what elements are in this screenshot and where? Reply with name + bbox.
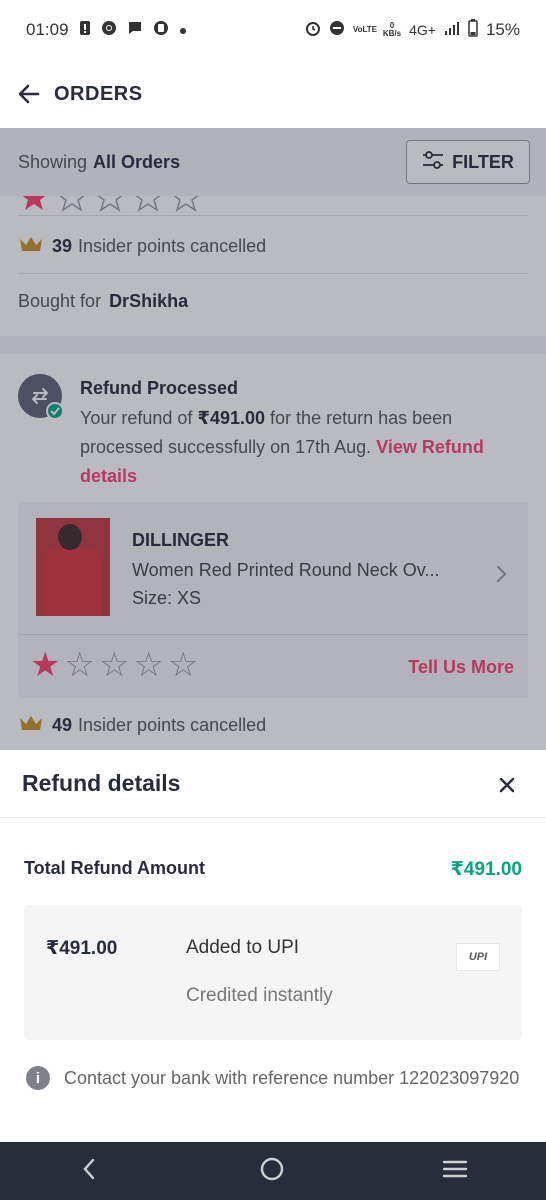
- status-bar: 01:09 VoLTE 0 KB/s 4G+ 15%: [0, 0, 546, 60]
- page-title: ORDERS: [54, 82, 143, 105]
- modal-backdrop[interactable]: [0, 128, 546, 750]
- total-refund-row: Total Refund Amount ₹491.00: [24, 858, 522, 881]
- refund-entry: ₹491.00 Added to UPI Credited instantly …: [24, 905, 522, 1040]
- refund-entry-amount: ₹491.00: [46, 938, 118, 959]
- network-type: 4G+: [409, 22, 436, 38]
- sheet-header: Refund details: [0, 750, 546, 818]
- refund-details-sheet: Refund details Total Refund Amount ₹491.…: [0, 750, 546, 1142]
- info-icon: i: [26, 1066, 50, 1090]
- arrow-left-icon[interactable]: [16, 81, 42, 107]
- volte-icon: VoLTE: [352, 25, 378, 34]
- battery-icon: [468, 18, 478, 42]
- message-icon: [127, 20, 143, 41]
- info-row: i Contact your bank with reference numbe…: [26, 1064, 520, 1093]
- total-refund-label: Total Refund Amount: [24, 858, 205, 878]
- info-text: Contact your bank with reference number …: [64, 1068, 520, 1088]
- battery-level: 15%: [485, 20, 520, 39]
- app-header: ORDERS: [0, 60, 546, 128]
- upi-logo: UPI: [456, 943, 500, 971]
- system-nav-bar: [0, 1142, 546, 1200]
- chrome-icon: [101, 20, 117, 41]
- dnd-icon: [329, 20, 345, 41]
- nav-home-icon[interactable]: [259, 1156, 285, 1187]
- signal-icon: [444, 20, 460, 41]
- refund-entry-mode: Added to UPI: [186, 937, 300, 958]
- refund-entry-note: Credited instantly: [186, 985, 333, 1006]
- close-icon[interactable]: [496, 774, 518, 796]
- alarm-icon: [305, 20, 321, 41]
- data-speed-unit: KB/s: [382, 29, 402, 38]
- status-time: 01:09: [26, 20, 69, 39]
- total-refund-amount: ₹491.00: [450, 859, 522, 880]
- nav-menu-icon[interactable]: [442, 1158, 468, 1185]
- app-icon: [153, 20, 169, 41]
- sheet-title: Refund details: [22, 770, 181, 796]
- nav-back-icon[interactable]: [78, 1157, 102, 1186]
- data-speed: 0 KB/s: [383, 22, 401, 38]
- dot-icon: [179, 20, 187, 40]
- alert-icon: [79, 20, 91, 41]
